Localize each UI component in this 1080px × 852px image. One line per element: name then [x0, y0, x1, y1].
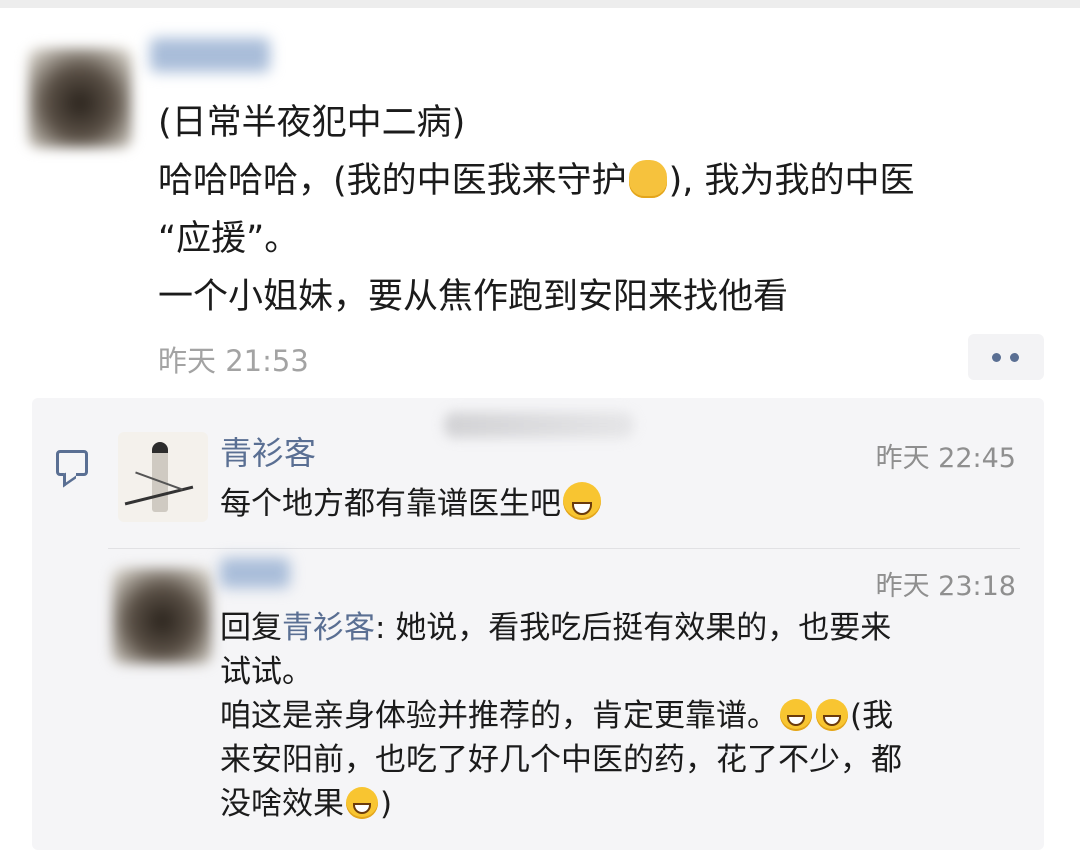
post-author-name[interactable]: 用户	[150, 38, 270, 72]
avatar-figure	[152, 442, 168, 512]
comment-text[interactable]: 每个地方都有靠谱医生吧	[220, 478, 603, 523]
more-dots-icon	[992, 353, 1001, 362]
raised-fist-emoji-icon	[628, 160, 667, 198]
comment-icon	[56, 450, 88, 476]
comment-divider	[108, 548, 1020, 549]
top-divider-bar	[0, 0, 1080, 8]
reply-line-2: 试试。	[220, 654, 313, 690]
more-actions-button[interactable]	[968, 334, 1044, 380]
reply-line-5: 没啥效果)	[220, 786, 393, 822]
reply-target-link[interactable]: 青衫客	[282, 610, 375, 646]
comment-author-name[interactable]: 青衫客	[220, 428, 316, 474]
reply-line-3: 咱这是亲身体验并推荐的，肯定更靠谱。 (我	[220, 698, 894, 734]
post-content: (日常半夜犯中二病) 哈哈哈哈，(我的中医我来守护), 我为我的中医 “应援”。…	[158, 94, 1068, 326]
reply-author-name[interactable]: 用户	[220, 558, 290, 588]
blurred-watermark	[444, 412, 634, 438]
comment-timestamp: 昨天 22:45	[875, 443, 1016, 474]
crying-laugh-emoji-icon	[346, 787, 378, 819]
reply-text[interactable]: 回复青衫客: 她说，看我吃后挺有效果的，也要来 试试。 咱这是亲身体验并推荐的，…	[220, 606, 1020, 826]
post-line-3: “应援”。	[158, 219, 300, 259]
post-line-4: 一个小姐妹，要从焦作跑到安阳来找他看	[158, 277, 789, 317]
post-line-1: (日常半夜犯中二病)	[158, 103, 466, 143]
more-dots-icon-2	[1010, 353, 1019, 362]
reply-line-1: 回复青衫客: 她说，看我吃后挺有效果的，也要来	[220, 610, 892, 646]
comments-section: 青衫客 昨天 22:45 每个地方都有靠谱医生吧 用户 昨天 23:18 回复青…	[32, 398, 1044, 850]
reply-line-4: 来安阳前，也吃了好几个中医的药，花了不少，都	[220, 742, 902, 778]
grinning-emoji-icon-2	[816, 699, 848, 731]
grinning-emoji-icon	[780, 699, 812, 731]
post-line-2: 哈哈哈哈，(我的中医我来守护), 我为我的中医	[158, 160, 915, 201]
comment-author-avatar[interactable]	[118, 432, 208, 522]
laughing-tears-emoji-icon	[563, 482, 601, 520]
post-author-avatar[interactable]	[28, 48, 132, 148]
reply-timestamp: 昨天 23:18	[875, 571, 1016, 602]
post-timestamp: 昨天 21:53	[158, 344, 309, 378]
reply-author-avatar[interactable]	[112, 568, 212, 664]
